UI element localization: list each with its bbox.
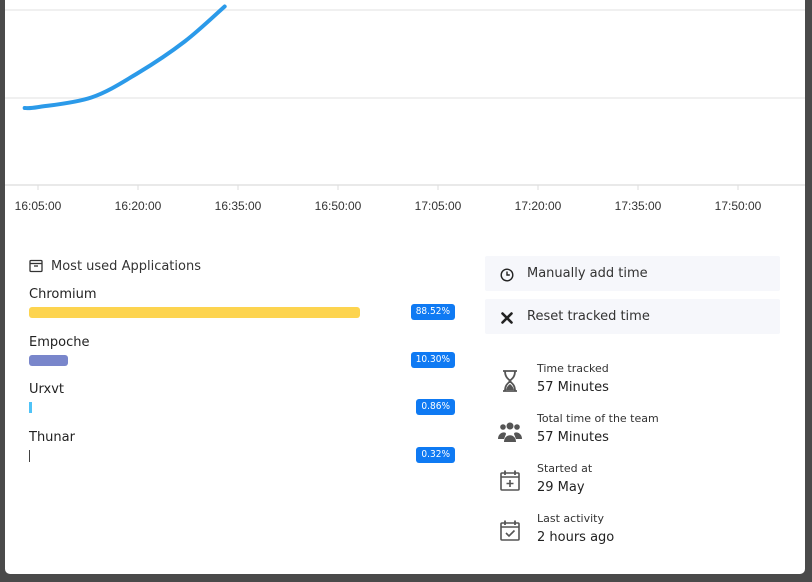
- x-tick-label: 17:20:00: [515, 199, 562, 213]
- app-usage-bar: [29, 450, 30, 462]
- x-tick-label: 16:05:00: [15, 199, 62, 213]
- project-details-panel: 16:05:00 16:20:00 16:35:00 16:50:00 17:05:00…: [5, 0, 805, 574]
- app-row-urxvt: Urxvt 0.86%: [29, 382, 459, 422]
- calendar-check-icon: [497, 518, 523, 544]
- chart-svg: 16:05:00 16:20:00 16:35:00 16:50:00 17:05:00…: [5, 4, 805, 213]
- x-tick-label: 16:20:00: [115, 199, 162, 213]
- stat-last-activity: Last activity 2 hours ago: [495, 512, 775, 558]
- app-percent-badge: 88.52%: [410, 304, 455, 320]
- x-tick-label: 16:35:00: [215, 199, 262, 213]
- stat-team-time: Total time of the team 57 Minutes: [495, 412, 775, 458]
- app-row-thunar: Thunar 0.32%: [29, 430, 459, 470]
- app-name: Urxvt: [29, 382, 64, 397]
- action-label: Manually add time: [527, 266, 648, 281]
- app-percent-badge: 0.86%: [416, 399, 455, 415]
- x-tick-label: 16:50:00: [315, 199, 362, 213]
- app-row-empoche: Empoche 10.30%: [29, 335, 459, 375]
- clock-icon: [500, 267, 514, 282]
- close-icon: [500, 310, 514, 324]
- app-name: Thunar: [29, 430, 75, 445]
- app-name: Chromium: [29, 287, 97, 302]
- stat-started-at: Started at 29 May: [495, 462, 775, 508]
- app-usage-bar: [29, 307, 360, 318]
- app-percent-badge: 10.30%: [410, 352, 455, 368]
- most-used-applications: Most used Applications Chromium 88.52% E…: [29, 256, 459, 463]
- app-name: Empoche: [29, 335, 90, 350]
- apps-title: Most used Applications: [29, 256, 459, 276]
- app-row-chromium: Chromium 88.52%: [29, 287, 459, 327]
- stat-time-tracked: Time tracked 57 Minutes: [495, 362, 775, 408]
- series-line-activity: [22, 4, 227, 111]
- stat-value: 57 Minutes: [537, 430, 609, 445]
- apps-title-text: Most used Applications: [51, 258, 201, 274]
- users-icon: [497, 418, 523, 444]
- app-usage-bar: [29, 355, 68, 366]
- x-tick-label: 17:50:00: [715, 199, 762, 213]
- manually-add-time-button[interactable]: Manually add time: [485, 256, 780, 291]
- calendar-plus-icon: [497, 468, 523, 494]
- reset-tracked-time-button[interactable]: Reset tracked time: [485, 299, 780, 334]
- activity-chart: 16:05:00 16:20:00 16:35:00 16:50:00 17:05:00…: [5, 0, 805, 230]
- action-label: Reset tracked time: [527, 309, 650, 324]
- app-usage-bar: [29, 402, 32, 413]
- stat-label: Time tracked: [537, 362, 609, 375]
- stat-label: Last activity: [537, 512, 604, 525]
- stat-value: 29 May: [537, 480, 585, 495]
- stat-value: 2 hours ago: [537, 530, 615, 545]
- app-percent-badge: 0.32%: [416, 447, 455, 463]
- stat-label: Started at: [537, 462, 593, 475]
- hourglass-icon: [497, 368, 523, 394]
- stat-label: Total time of the team: [537, 412, 659, 425]
- stat-value: 57 Minutes: [537, 380, 609, 395]
- x-tick-label: 17:35:00: [615, 199, 662, 213]
- archive-icon: [29, 259, 43, 273]
- x-tick-label: 17:05:00: [415, 199, 462, 213]
